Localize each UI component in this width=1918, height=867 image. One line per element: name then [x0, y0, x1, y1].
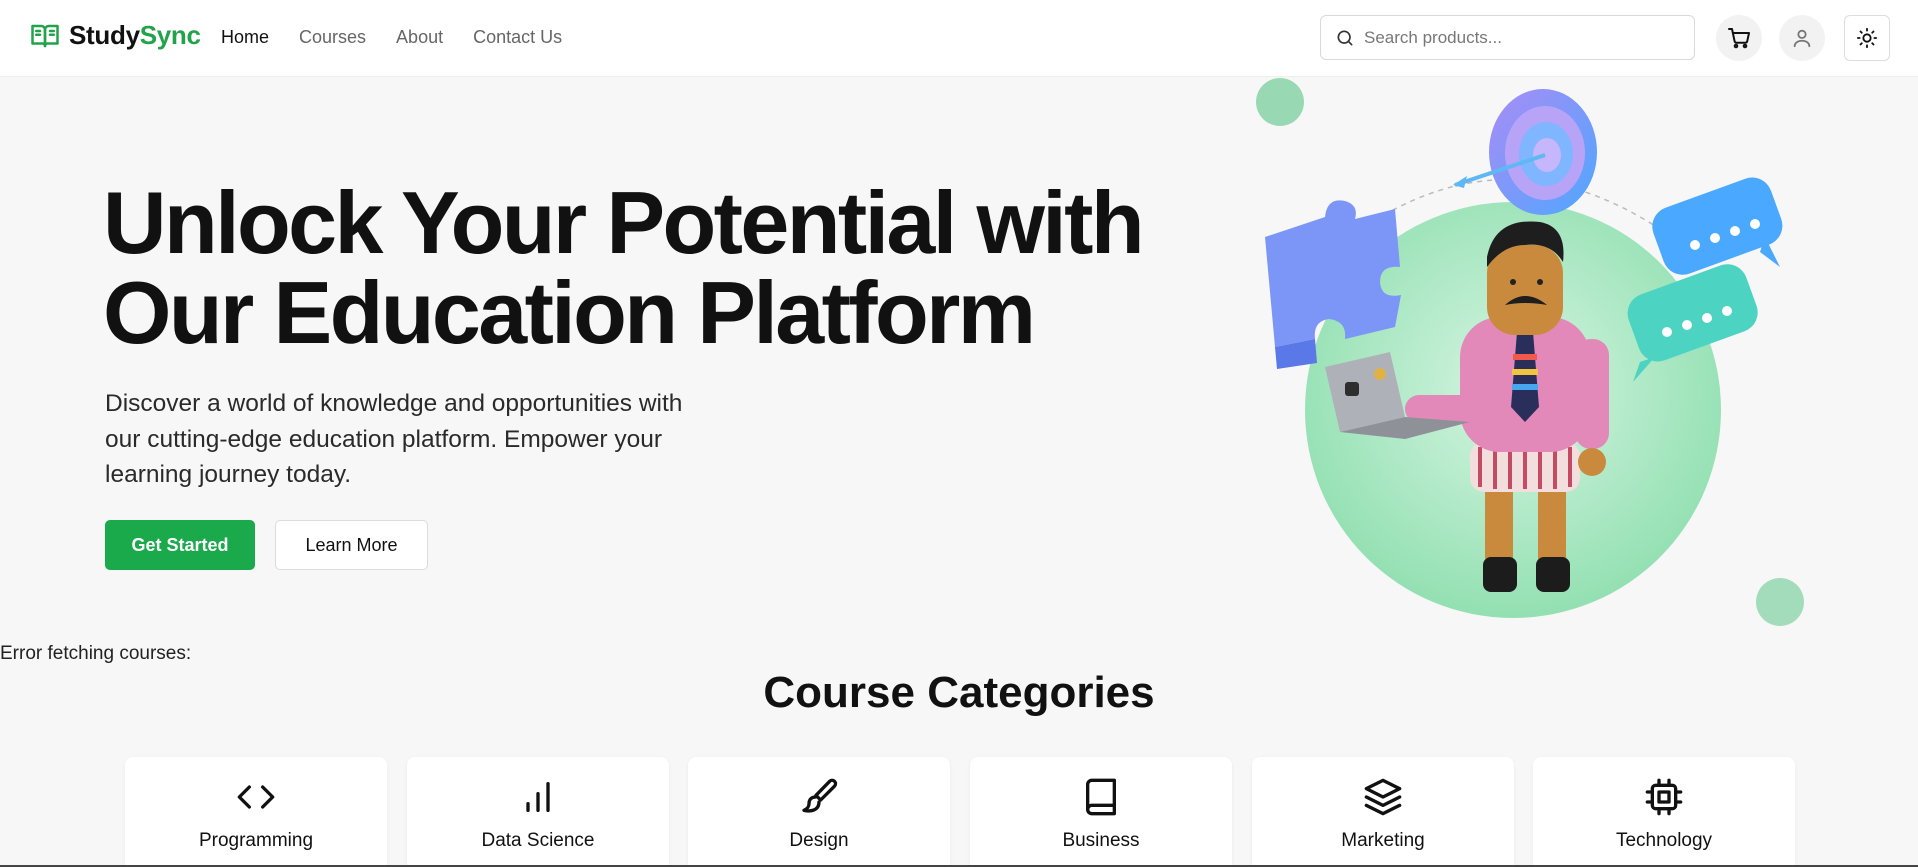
category-card-business[interactable]: Business	[970, 757, 1232, 867]
category-card-design[interactable]: Design	[688, 757, 950, 867]
brand-name-sync: Sync	[139, 20, 201, 50]
get-started-button[interactable]: Get Started	[105, 520, 255, 570]
category-label: Business	[1062, 830, 1140, 851]
error-message: Error fetching courses:	[0, 643, 192, 664]
decorative-bubble	[1756, 578, 1804, 626]
category-label: Design	[789, 830, 849, 851]
brand-name: StudySync	[69, 20, 201, 51]
nav-link-about[interactable]: About	[396, 27, 443, 48]
book-icon	[1086, 778, 1116, 816]
nav-link-courses[interactable]: Courses	[299, 27, 366, 48]
nav-link-contact[interactable]: Contact Us	[473, 27, 562, 48]
category-label: Programming	[198, 830, 314, 851]
category-label: Data Science	[481, 830, 595, 851]
main-nav: Home Courses About Contact Us	[221, 27, 592, 48]
category-card-technology[interactable]: Technology	[1533, 757, 1795, 867]
open-book-icon	[31, 24, 59, 47]
cart-icon	[1728, 28, 1750, 49]
hero-subtitle: Discover a world of knowledge and opport…	[105, 390, 683, 488]
brand-name-study: Study	[69, 20, 140, 50]
search-box[interactable]	[1320, 15, 1695, 60]
category-card-marketing[interactable]: Marketing	[1252, 757, 1514, 867]
cpu-icon	[1645, 778, 1683, 816]
section-title-course-categories: Course Categories	[763, 668, 1155, 717]
search-input[interactable]	[1364, 27, 1674, 48]
nav-link-home[interactable]: Home	[221, 27, 269, 48]
theme-toggle-button[interactable]	[1844, 15, 1890, 61]
bar-chart-icon	[526, 782, 550, 812]
category-label: Technology	[1615, 830, 1713, 851]
decorative-bubble	[1256, 78, 1304, 126]
account-button[interactable]	[1779, 15, 1825, 61]
category-card-data-science[interactable]: Data Science	[407, 757, 669, 867]
learn-more-button[interactable]: Learn More	[275, 520, 428, 570]
hero-title: Unlock Your Potential with Our Education…	[103, 173, 1145, 362]
hero-illustration	[1256, 78, 1804, 626]
code-icon	[237, 785, 275, 809]
brand-logo[interactable]: StudySync	[30, 20, 201, 51]
layers-icon	[1364, 778, 1402, 816]
cart-button[interactable]	[1716, 15, 1762, 61]
target-icon	[1453, 89, 1597, 215]
search-icon	[1337, 30, 1353, 46]
navbar: StudySync Home Courses About Contact Us	[0, 0, 1918, 77]
category-label: Marketing	[1341, 830, 1425, 851]
paintbrush-icon	[802, 778, 838, 813]
sun-icon	[1856, 27, 1878, 49]
category-card-programming[interactable]: Programming	[125, 757, 387, 867]
user-icon	[1793, 29, 1811, 48]
